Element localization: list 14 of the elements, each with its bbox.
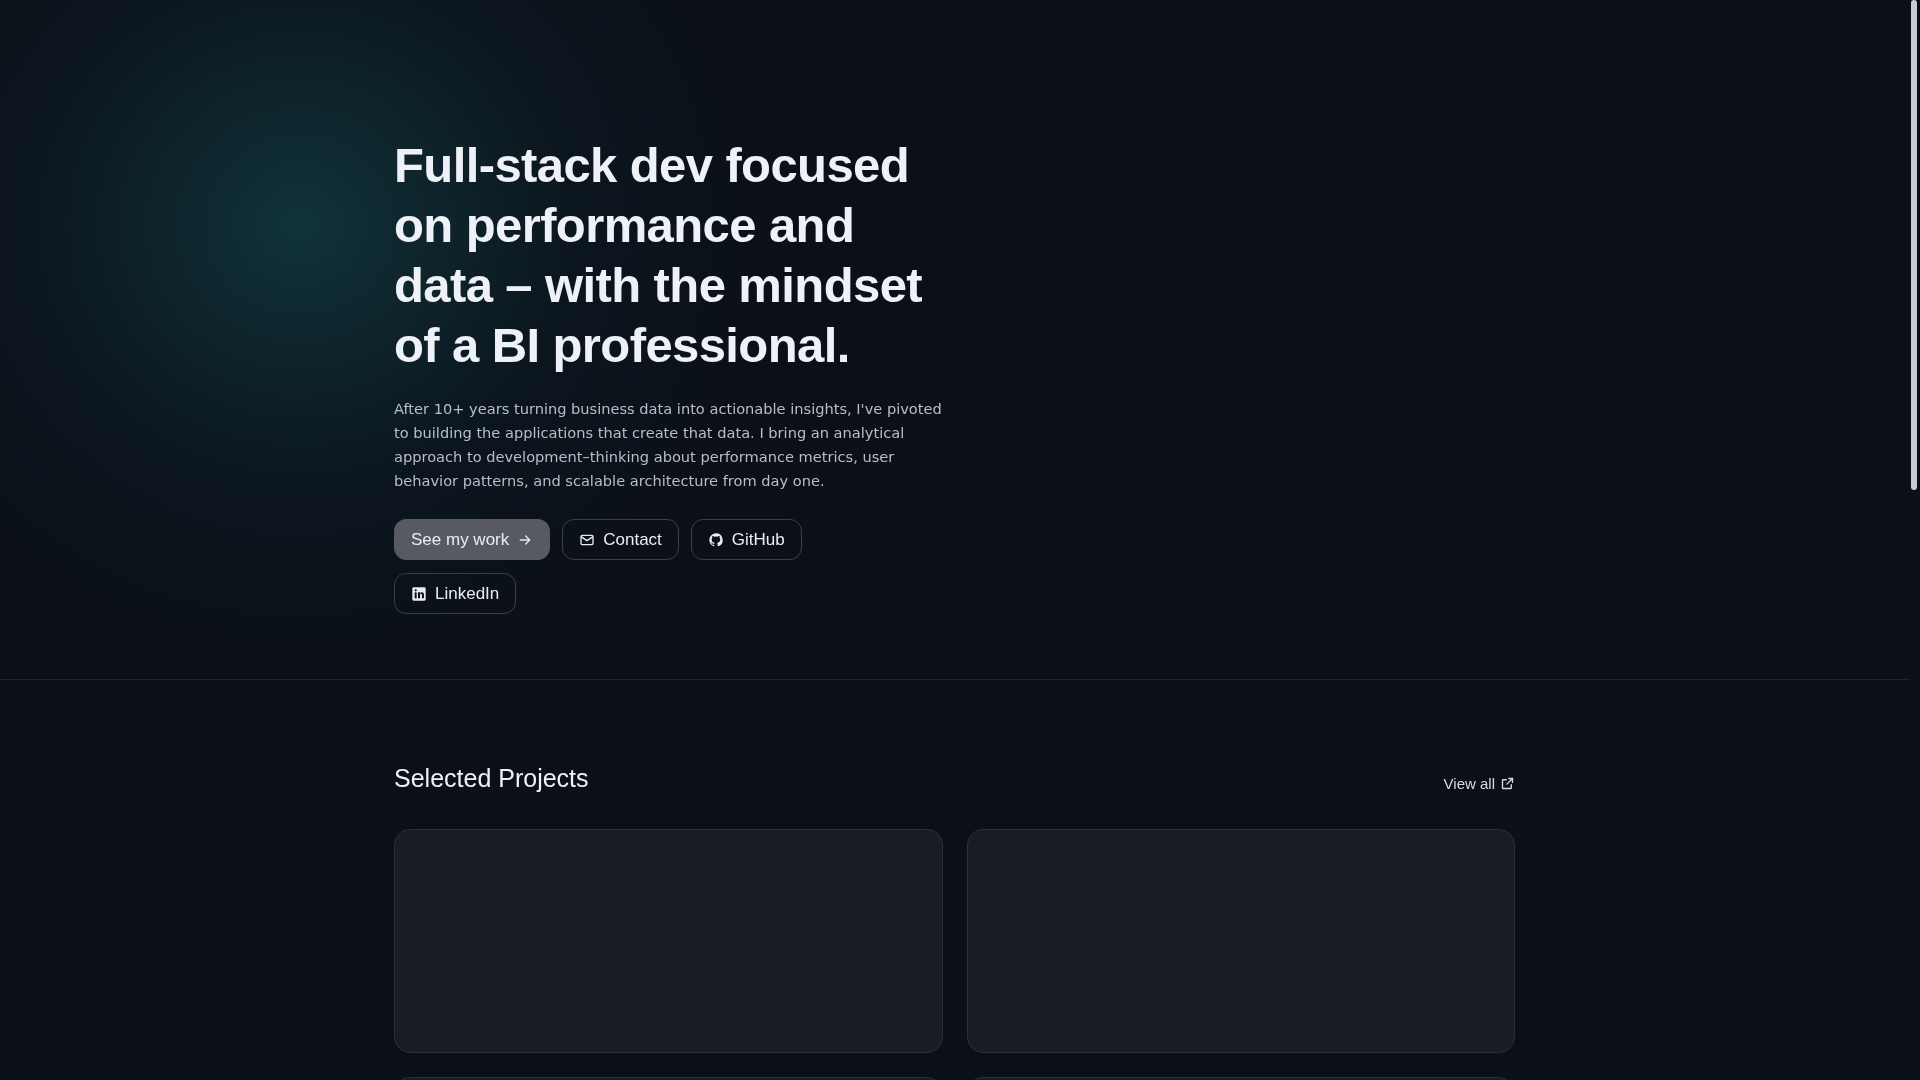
linkedin-icon [411, 585, 427, 602]
see-work-button[interactable]: See my work [394, 519, 551, 560]
hero-headline: Full-stack dev focused on performance and data – with the mindset of a BI professional. [394, 137, 923, 374]
link-button[interactable]: Contact [562, 519, 679, 560]
view-all-link[interactable]: View all [1443, 775, 1515, 792]
github-icon [707, 531, 724, 548]
scrollbar[interactable] [1911, 0, 1917, 490]
link-button[interactable]: GitHub [690, 519, 802, 560]
link-button[interactable]: LinkedIn [394, 573, 517, 614]
external-link-icon [1500, 776, 1515, 791]
project-card[interactable] [966, 829, 1515, 1053]
project-card[interactable] [394, 829, 943, 1053]
section-heading: Selected Projects [394, 764, 589, 793]
intro-paragraph: After 10+ years turning business data into actionable insights, I've pivoted to building the applications that create that data. I bring an analytical approach to development–thinking about performance metrics, user behavior patterns, and scalable architecture from day one. [394, 399, 943, 491]
